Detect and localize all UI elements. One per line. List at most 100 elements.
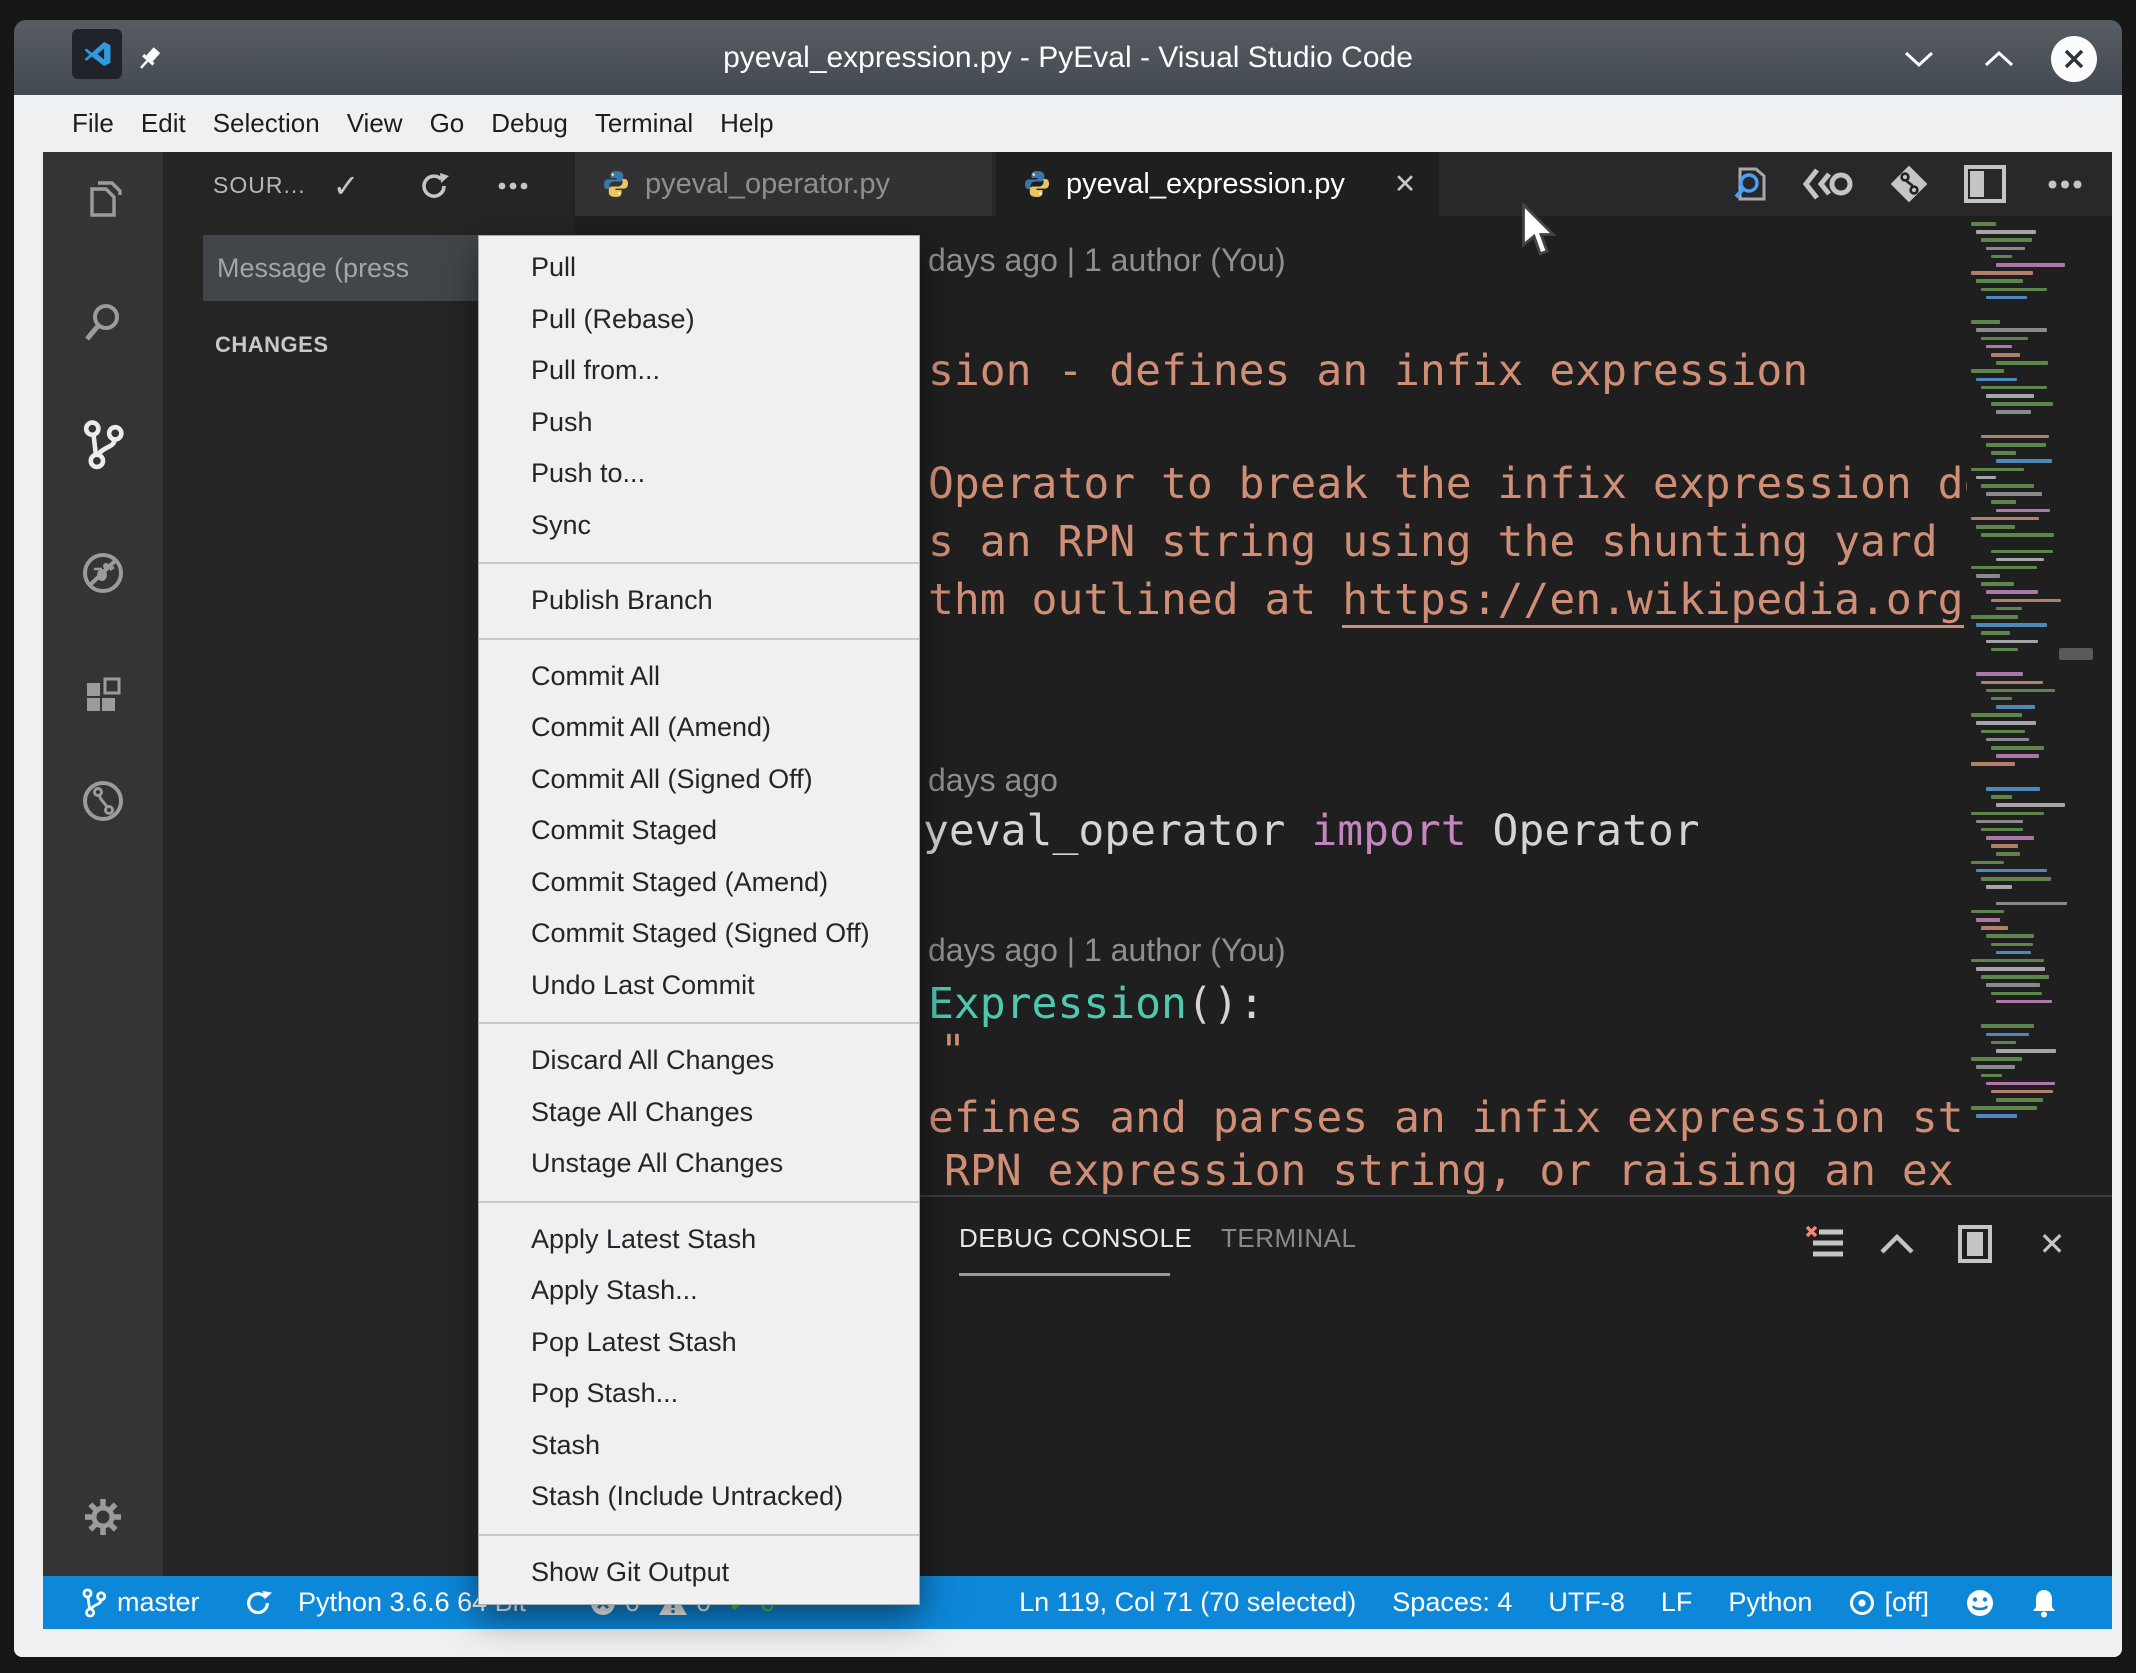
sidebar-title: SOUR... — [213, 172, 306, 198]
feedback-smiley-icon[interactable] — [1965, 1588, 1995, 1618]
class-name: Expression — [928, 979, 1187, 1029]
menu-item-commit-staged-signed[interactable]: Commit Staged (Signed Off) — [479, 908, 919, 960]
menu-item-commit-all-signed[interactable]: Commit All (Signed Off) — [479, 754, 919, 806]
code-line: efines and parses an infix expression st… — [928, 1093, 1990, 1143]
menu-item-commit-all[interactable]: Commit All — [479, 651, 919, 703]
split-editor-icon[interactable] — [1959, 162, 2011, 206]
window-frame-bottom — [14, 1629, 2122, 1657]
menu-item-push-to[interactable]: Push to... — [479, 448, 919, 500]
menu-item-apply-latest-stash[interactable]: Apply Latest Stash — [479, 1214, 919, 1266]
code-line: s an RPN string using the shunting yard — [928, 517, 1938, 567]
tab-close-icon[interactable]: ✕ — [1387, 166, 1423, 202]
maximize-button[interactable] — [1976, 36, 2022, 82]
more-actions-icon[interactable] — [491, 166, 535, 206]
menu-item-commit-all-amend[interactable]: Commit All (Amend) — [479, 702, 919, 754]
menu-item-unstage-all-changes[interactable]: Unstage All Changes — [479, 1138, 919, 1190]
extensions-icon[interactable] — [43, 647, 163, 743]
menu-item-discard-all-changes[interactable]: Discard All Changes — [479, 1035, 919, 1087]
cursor-position-indicator[interactable]: Ln 119, Col 71 (70 selected) — [1019, 1587, 1356, 1618]
menu-item-pull[interactable]: Pull — [479, 242, 919, 294]
code-line: sion - defines an infix expression — [928, 346, 1809, 396]
git-branch-indicator[interactable]: master — [81, 1576, 200, 1629]
code-line: thm outlined at https://en.wikipedia.org — [928, 575, 1964, 628]
code-line: Expression(): — [928, 979, 1265, 1029]
open-changes-icon[interactable] — [1803, 162, 1855, 206]
codelens-annotation[interactable]: days ago | 1 author (You) — [928, 932, 1286, 969]
minimap[interactable] — [1967, 216, 2067, 1195]
menu-item-stash-include-untracked[interactable]: Stash (Include Untracked) — [479, 1471, 919, 1523]
menu-separator — [479, 637, 919, 640]
status-bar: master Python 3.6.6 64 Bit 0 0 ✓ 0 Ln 11… — [43, 1576, 2112, 1629]
menu-item-commit-staged[interactable]: Commit Staged — [479, 805, 919, 857]
git-more-actions-menu: Pull Pull (Rebase) Pull from... Push Pus… — [478, 235, 920, 1605]
eol-indicator[interactable]: LF — [1661, 1587, 1693, 1618]
tab-terminal[interactable]: TERMINAL — [1221, 1223, 1356, 1254]
screencast-indicator[interactable]: [off] — [1848, 1587, 1929, 1618]
codelens-annotation[interactable]: days ago | 1 author (You) — [928, 242, 1286, 279]
codelens-annotation[interactable]: days ago — [928, 762, 1058, 799]
code-line: yeval_operator import Operator — [923, 806, 1700, 856]
commit-check-icon[interactable]: ✓ — [324, 166, 368, 206]
menu-item-stash[interactable]: Stash — [479, 1420, 919, 1472]
menu-item-show-git-output[interactable]: Show Git Output — [479, 1547, 919, 1599]
menu-go[interactable]: Go — [430, 108, 465, 139]
menu-item-commit-staged-amend[interactable]: Commit Staged (Amend) — [479, 857, 919, 909]
tab-pyeval-expression[interactable]: pyeval_expression.py — [996, 152, 1439, 216]
menu-item-undo-last-commit[interactable]: Undo Last Commit — [479, 960, 919, 1012]
menu-view[interactable]: View — [347, 108, 403, 139]
git-compare-icon[interactable] — [1883, 162, 1935, 206]
search-icon[interactable] — [43, 274, 163, 370]
menu-item-push[interactable]: Push — [479, 397, 919, 449]
editor-tab-bar: pyeval_operator.py pyeval_expression.py … — [575, 152, 2112, 216]
sync-indicator[interactable] — [243, 1576, 273, 1629]
window-title: pyeval_expression.py - PyEval - Visual S… — [723, 40, 1413, 74]
branch-icon — [82, 1587, 107, 1618]
menu-debug[interactable]: Debug — [491, 108, 568, 139]
menu-item-apply-stash[interactable]: Apply Stash... — [479, 1265, 919, 1317]
python-file-icon — [601, 169, 631, 199]
tab-pyeval-operator[interactable]: pyeval_operator.py — [575, 152, 994, 216]
menu-file[interactable]: File — [72, 108, 114, 139]
menu-separator — [479, 1533, 919, 1536]
tab-debug-console[interactable]: DEBUG CONSOLE — [959, 1223, 1192, 1254]
window-titlebar[interactable]: pyeval_expression.py - PyEval - Visual S… — [14, 20, 2122, 95]
find-in-file-icon[interactable] — [1725, 162, 1777, 206]
menu-item-pop-stash[interactable]: Pop Stash... — [479, 1368, 919, 1420]
settings-gear-icon[interactable] — [43, 1469, 163, 1565]
scrollbar-thumb[interactable] — [2059, 648, 2093, 660]
wikipedia-link[interactable]: https://en.wikipedia.org — [1342, 575, 1964, 628]
maximize-panel-icon[interactable] — [1871, 1221, 1923, 1267]
refresh-icon[interactable] — [412, 166, 456, 206]
source-control-icon[interactable] — [43, 396, 163, 492]
branch-name: master — [117, 1587, 200, 1617]
clear-console-icon[interactable] — [1799, 1221, 1851, 1267]
test-explorer-icon[interactable] — [43, 753, 163, 849]
menu-item-pop-latest-stash[interactable]: Pop Latest Stash — [479, 1317, 919, 1369]
menu-item-pull-rebase[interactable]: Pull (Rebase) — [479, 294, 919, 346]
debug-icon[interactable] — [43, 525, 163, 621]
menu-terminal[interactable]: Terminal — [595, 108, 693, 139]
menu-item-sync[interactable]: Sync — [479, 500, 919, 552]
minimize-button[interactable] — [1896, 36, 1942, 82]
indentation-indicator[interactable]: Spaces: 4 — [1392, 1587, 1512, 1618]
menu-edit[interactable]: Edit — [141, 108, 186, 139]
changes-section-label[interactable]: CHANGES — [215, 332, 329, 358]
encoding-indicator[interactable]: UTF-8 — [1548, 1587, 1625, 1618]
menu-help[interactable]: Help — [720, 108, 773, 139]
editor-more-actions-icon[interactable] — [2039, 162, 2091, 206]
explorer-icon[interactable] — [43, 153, 163, 249]
notifications-bell-icon[interactable] — [2031, 1588, 2057, 1618]
window-frame-right — [2112, 152, 2122, 1629]
language-mode-indicator[interactable]: Python — [1728, 1587, 1812, 1618]
menu-item-stage-all-changes[interactable]: Stage All Changes — [479, 1087, 919, 1139]
close-button[interactable] — [2051, 36, 2097, 82]
active-panel-tab-underline — [959, 1273, 1170, 1276]
tab-label: pyeval_expression.py — [1066, 167, 1345, 200]
activity-bar — [43, 152, 163, 1576]
panel-layout-icon[interactable] — [1949, 1221, 2001, 1267]
close-panel-icon[interactable]: ✕ — [2026, 1221, 2078, 1267]
menu-item-pull-from[interactable]: Pull from... — [479, 345, 919, 397]
code-text: thm outlined at — [928, 575, 1343, 625]
menu-item-publish-branch[interactable]: Publish Branch — [479, 575, 919, 627]
menu-selection[interactable]: Selection — [213, 108, 320, 139]
